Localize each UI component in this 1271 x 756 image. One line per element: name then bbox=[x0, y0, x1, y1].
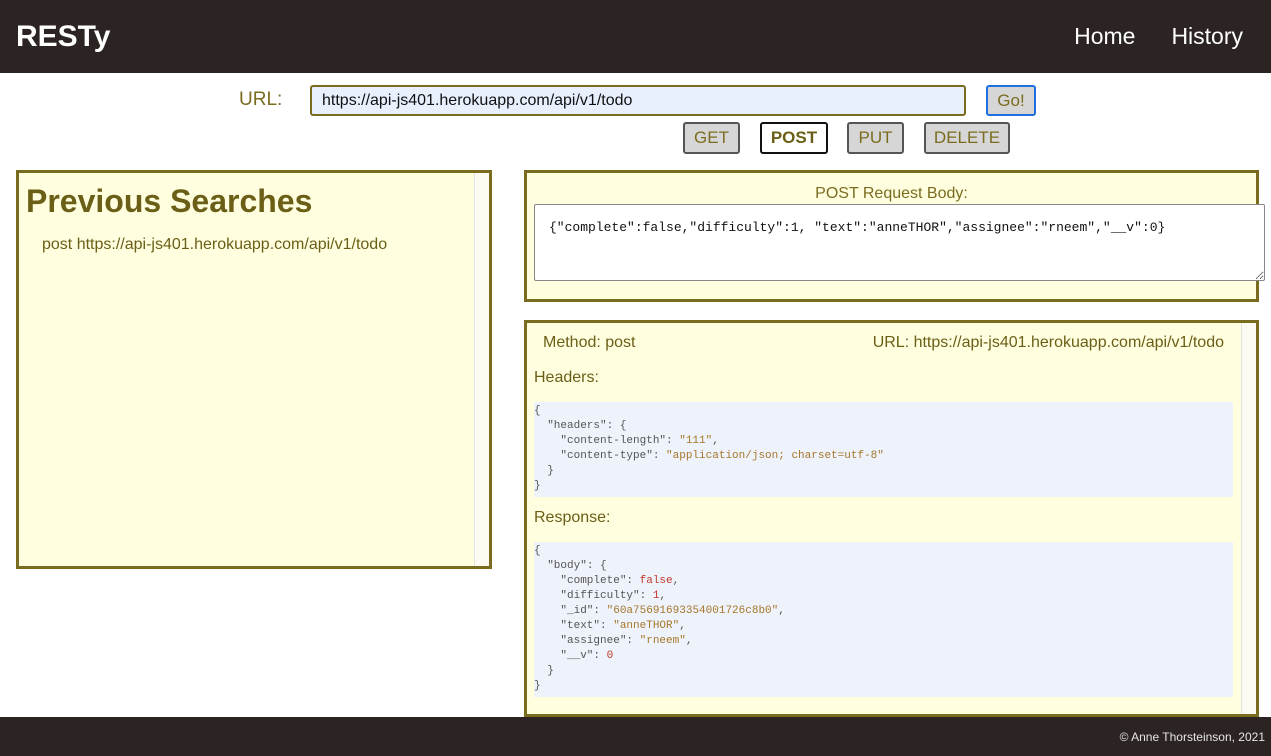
app-footer: © Anne Thorsteinson, 2021 bbox=[0, 717, 1271, 756]
result-url: URL: https://api-js401.herokuapp.com/api… bbox=[872, 334, 1224, 351]
main-nav: Home History bbox=[1038, 20, 1243, 52]
result-method: Method: post bbox=[543, 334, 636, 351]
nav-history-link[interactable]: History bbox=[1171, 20, 1243, 52]
app-title: RESTy bbox=[16, 20, 111, 53]
headers-json: { "headers": { "content-length": "111", … bbox=[534, 402, 1233, 497]
footer-copyright: © Anne Thorsteinson, 2021 bbox=[1119, 730, 1265, 744]
response-json: { "body": { "complete": false, "difficul… bbox=[534, 542, 1233, 697]
request-body-panel: POST Request Body: {"complete":false,"di… bbox=[524, 170, 1265, 302]
request-body-textarea[interactable]: {"complete":false,"difficulty":1, "text"… bbox=[534, 204, 1265, 281]
request-body-label: POST Request Body: bbox=[815, 185, 968, 202]
headers-label: Headers: bbox=[534, 369, 599, 386]
url-input[interactable] bbox=[310, 85, 966, 116]
delete-method-button[interactable]: DELETE bbox=[924, 122, 1010, 154]
post-method-button[interactable]: POST bbox=[760, 122, 828, 154]
results-panel: Method: post URL: https://api-js401.hero… bbox=[524, 320, 1259, 717]
history-scrollbar[interactable] bbox=[474, 173, 489, 566]
history-panel: Previous Searches post https://api-js401… bbox=[16, 170, 492, 569]
history-title: Previous Searches bbox=[26, 183, 313, 219]
app-header: RESTy Home History bbox=[0, 0, 1271, 73]
response-label: Response: bbox=[534, 509, 611, 526]
url-label: URL: bbox=[239, 89, 283, 110]
nav-home-link[interactable]: Home bbox=[1074, 20, 1135, 52]
results-scrollbar[interactable] bbox=[1241, 323, 1256, 714]
put-method-button[interactable]: PUT bbox=[847, 122, 904, 154]
history-item[interactable]: post https://api-js401.herokuapp.com/api… bbox=[42, 236, 387, 254]
go-button[interactable]: Go! bbox=[986, 85, 1036, 116]
get-method-button[interactable]: GET bbox=[683, 122, 740, 154]
